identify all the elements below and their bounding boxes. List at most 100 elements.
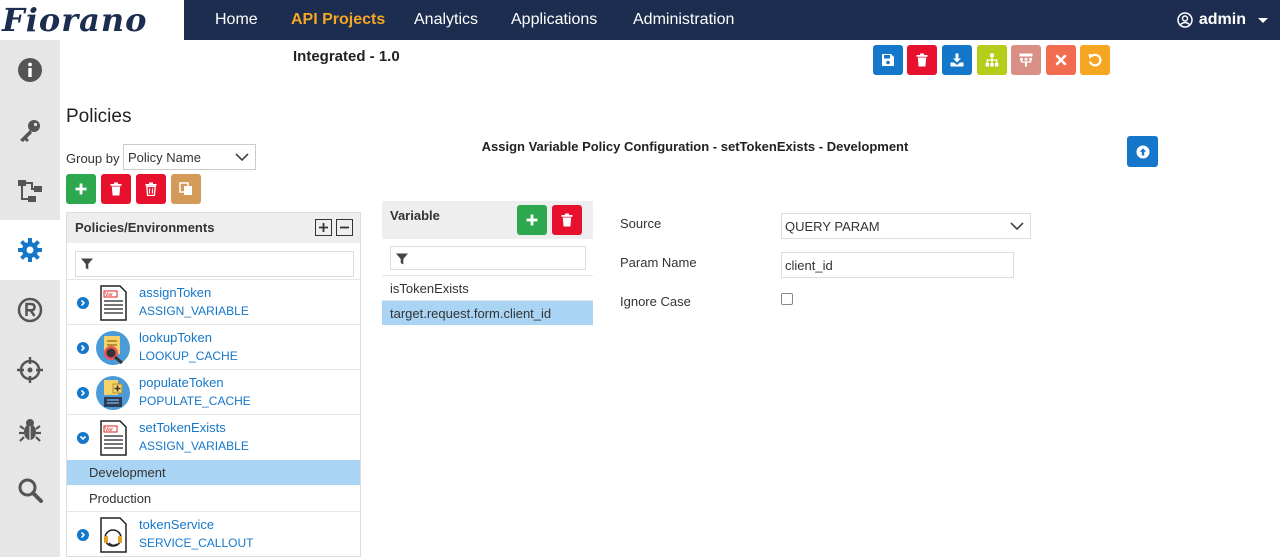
arrow-up-circle-icon <box>1136 145 1149 158</box>
top-navbar: Fiorano Home API Projects Analytics Appl… <box>0 0 1280 40</box>
nav-api-projects[interactable]: API Projects <box>291 0 385 40</box>
sidebar-debug[interactable] <box>0 400 60 460</box>
policy-name[interactable]: populateToken <box>139 375 224 390</box>
sidebar-registered[interactable] <box>0 280 60 340</box>
nav-administration[interactable]: Administration <box>633 0 734 40</box>
sidebar-info[interactable] <box>0 40 60 100</box>
sidebar-search[interactable] <box>0 460 60 520</box>
policy-type: POPULATE_CACHE <box>139 394 251 408</box>
policy-row-lookuptoken[interactable]: lookupToken LOOKUP_CACHE <box>67 324 360 369</box>
sidebar-target[interactable] <box>0 340 60 400</box>
variable-filter-input[interactable] <box>390 246 586 270</box>
fiorano-logo[interactable]: Fiorano <box>0 0 184 40</box>
delete-icon <box>561 213 573 227</box>
delete-all-policies-button[interactable] <box>136 174 166 204</box>
param-name-input[interactable]: client_id <box>781 252 1014 278</box>
upload-button[interactable] <box>1127 136 1158 167</box>
svg-text:Var: Var <box>105 292 114 298</box>
param-name-label: Param Name <box>620 255 697 270</box>
sidebar-keys[interactable] <box>0 100 60 160</box>
user-circle-icon <box>1177 12 1193 28</box>
hierarchy-button[interactable] <box>1011 45 1041 75</box>
policy-name[interactable]: assignToken <box>139 285 211 300</box>
filter-icon <box>396 253 408 265</box>
sitemap-button[interactable] <box>977 45 1007 75</box>
flow-icon <box>18 180 42 202</box>
svg-text:Var: Var <box>105 427 114 433</box>
service-callout-icon <box>100 517 127 553</box>
expand-all-button[interactable] <box>315 219 332 236</box>
policy-type: SERVICE_CALLOUT <box>139 536 254 550</box>
policy-row-tokenservice[interactable]: tokenService SERVICE_CALLOUT <box>67 511 360 556</box>
add-variable-button[interactable] <box>517 205 547 235</box>
variable-item-selected[interactable]: target.request.form.client_id <box>382 300 593 325</box>
nav-analytics[interactable]: Analytics <box>414 0 478 40</box>
delete-variable-button[interactable] <box>552 205 582 235</box>
variable-item[interactable]: isTokenExists <box>382 275 593 300</box>
info-icon <box>18 58 42 82</box>
policy-type: ASSIGN_VARIABLE <box>139 304 249 318</box>
source-label: Source <box>620 216 662 231</box>
policy-row-settokenexists[interactable]: Var setTokenExists ASSIGN_VARIABLE <box>67 414 360 459</box>
close-button[interactable] <box>1046 45 1076 75</box>
delete-icon <box>110 182 122 196</box>
policy-name[interactable]: setTokenExists <box>139 420 226 435</box>
variable-doc-icon: Var <box>100 420 127 456</box>
registered-icon <box>17 297 43 323</box>
bug-icon <box>19 419 41 442</box>
variable-doc-icon: Var <box>100 285 127 321</box>
sidebar-flows[interactable] <box>0 160 60 220</box>
group-by-select[interactable]: Policy Name <box>123 144 256 170</box>
policy-row-assigntoken[interactable]: Var assignToken ASSIGN_VARIABLE <box>67 279 360 324</box>
variable-panel: Variable isTokenExists target.request.fo… <box>382 201 593 326</box>
source-select[interactable]: QUERY PARAM <box>781 213 1031 239</box>
tree-header: Policies/Environments <box>67 213 360 243</box>
expand-chevron-icon[interactable] <box>77 529 89 541</box>
expand-chevron-icon[interactable] <box>77 387 89 399</box>
nav-home[interactable]: Home <box>215 0 258 40</box>
chevron-down-icon <box>235 153 249 162</box>
delete-policy-button[interactable] <box>101 174 131 204</box>
user-menu[interactable]: admin <box>1177 0 1268 40</box>
group-by-value: Policy Name <box>128 150 201 165</box>
undo-button[interactable] <box>1080 45 1110 75</box>
group-by-label: Group by <box>66 151 120 166</box>
delete-project-button[interactable] <box>907 45 937 75</box>
expand-chevron-icon[interactable] <box>77 297 89 309</box>
delete-icon <box>145 182 157 196</box>
minus-box-icon <box>340 226 349 229</box>
env-production[interactable]: Production <box>67 486 360 511</box>
policy-name[interactable]: tokenService <box>139 517 214 532</box>
collapse-all-button[interactable] <box>336 219 353 236</box>
save-button[interactable] <box>873 45 903 75</box>
add-policy-button[interactable] <box>66 174 96 204</box>
logo-text: Fiorano <box>2 1 148 39</box>
policies-heading: Policies <box>66 106 132 127</box>
key-icon <box>20 120 40 142</box>
gear-icon <box>18 238 42 262</box>
undo-icon <box>1088 53 1102 67</box>
download-icon <box>950 53 964 67</box>
collapse-chevron-icon[interactable] <box>77 432 89 444</box>
policy-name[interactable]: lookupToken <box>139 330 212 345</box>
variable-title: Variable <box>390 208 440 223</box>
sidebar-policies[interactable] <box>0 220 60 280</box>
policy-type: ASSIGN_VARIABLE <box>139 439 249 453</box>
policy-filter-input[interactable] <box>75 251 354 277</box>
policy-row-populatetoken[interactable]: populateToken POPULATE_CACHE <box>67 369 360 414</box>
copy-policy-button[interactable] <box>171 174 201 204</box>
policies-tree: Policies/Environments Var assignToken AS… <box>66 212 361 557</box>
left-sidebar <box>0 40 60 557</box>
plus-icon <box>526 214 538 226</box>
save-icon <box>882 54 894 66</box>
nav-applications[interactable]: Applications <box>511 0 597 40</box>
plus-box-icon <box>319 223 328 232</box>
expand-chevron-icon[interactable] <box>77 342 89 354</box>
chevron-down-icon <box>1258 17 1268 23</box>
filter-icon <box>81 258 93 270</box>
policy-type: LOOKUP_CACHE <box>139 349 238 363</box>
download-button[interactable] <box>942 45 972 75</box>
ignore-case-checkbox[interactable] <box>781 293 793 305</box>
ignore-case-label: Ignore Case <box>620 294 691 309</box>
env-development[interactable]: Development <box>67 460 360 485</box>
